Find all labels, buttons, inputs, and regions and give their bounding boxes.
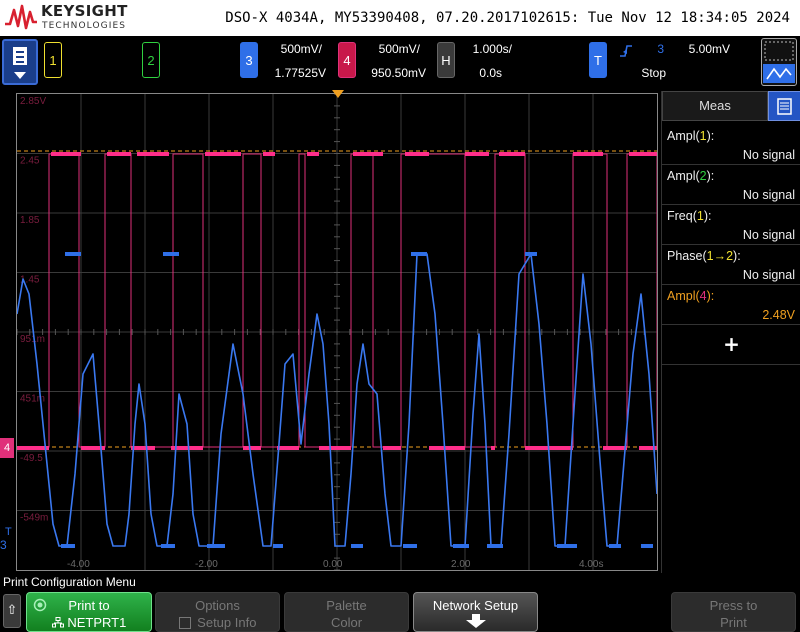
ch3-ground-marker[interactable]: 3 — [0, 538, 14, 554]
meas-name: Phase — [667, 249, 703, 263]
trigger-level: 5.00mV — [688, 42, 730, 56]
y-axis-label: 1.85 — [20, 215, 40, 226]
channel-1-button[interactable]: 1 — [44, 42, 62, 78]
brand-sub: TECHNOLOGIES — [42, 21, 127, 31]
meas-value: No signal — [742, 148, 795, 162]
meas-source: 2 — [699, 169, 707, 183]
meas-value: No signal — [742, 228, 795, 242]
x-axis-label: -2.00 — [195, 559, 218, 570]
ch4-ground-marker[interactable]: 4 — [0, 438, 14, 458]
print-to-value: NETPRT1 — [67, 615, 127, 630]
palette-label: Palette — [326, 598, 367, 613]
press-to-value: Print — [720, 615, 747, 630]
options-value: Setup Info — [197, 615, 257, 630]
meas-name: Ampl — [667, 129, 696, 143]
meas-label: Ampl(2): — [667, 169, 715, 183]
trigger-level-marker[interactable]: T — [5, 526, 12, 538]
x-axis-label: 2.00 — [451, 559, 471, 570]
channel-3-button[interactable]: 3 — [240, 42, 258, 78]
checkbox-icon — [178, 617, 191, 629]
meas-row[interactable]: Phase(1→2): No signal — [662, 245, 800, 285]
measurement-panel: Meas Ampl(1): No signal Ampl(2): No signal F… — [661, 91, 800, 573]
main-menu-button[interactable] — [2, 39, 38, 85]
keysight-wave-icon — [5, 4, 37, 30]
y-axis-label: -549m — [20, 513, 48, 524]
brand-bar: KEYSIGHT TECHNOLOGIES DSO-X 4034A, MY533… — [0, 0, 800, 36]
trigger-button[interactable]: T — [589, 42, 607, 78]
meas-source: 1 — [699, 129, 707, 143]
scope-id-text: DSO-X 4034A, MY53390408, 07.20.201710261… — [225, 10, 790, 26]
delay-value: 0.0s — [479, 66, 502, 80]
softkey-bar: ⇧ Print to NETPRT1 Options Setup Info Pa… — [0, 590, 800, 632]
menu-title: Print Configuration Menu — [3, 575, 136, 589]
options-softkey[interactable]: Options Setup Info — [155, 592, 280, 632]
meas-label: Phase(1→2): — [667, 249, 741, 263]
meas-tab[interactable]: Meas — [662, 91, 768, 121]
autoscale-button[interactable] — [761, 38, 797, 86]
meas-row[interactable]: Freq(1): No signal — [662, 205, 800, 245]
trigger-source: 3 — [657, 42, 664, 56]
horizontal-button[interactable]: H — [437, 42, 455, 78]
options-label: Options — [195, 598, 240, 613]
channel-2-button[interactable]: 2 — [142, 42, 160, 78]
meas-name: Ampl — [667, 169, 696, 183]
meas-name: Freq — [667, 209, 693, 223]
meas-label: Freq(1): — [667, 209, 712, 223]
meas-source: 4 — [699, 289, 707, 303]
meas-row[interactable]: Ampl(4): 2.48V — [662, 285, 800, 325]
autoscale-icon — [763, 41, 795, 83]
y-axis-label: 2.85V — [20, 96, 46, 107]
palette-softkey[interactable]: Palette Color — [284, 592, 409, 632]
press-to-label: Press to — [709, 598, 758, 613]
run-state: Stop — [641, 66, 666, 80]
x-axis-label: 4.00s — [579, 559, 603, 570]
back-button[interactable]: ⇧ — [3, 594, 21, 628]
waveform-canvas[interactable]: 2.85V2.451.851.45951m451m-49.5-549m-4.00… — [17, 94, 657, 570]
meas-row[interactable]: Ampl(1): No signal — [662, 125, 800, 165]
meas-source: 1 — [696, 209, 704, 223]
arrow-down-icon — [465, 614, 486, 628]
meas-value: 2.48V — [762, 308, 795, 322]
x-axis-label: 0.00 — [323, 559, 343, 570]
keysight-logo: KEYSIGHT TECHNOLOGIES — [4, 2, 144, 32]
x-axis-label: -4.00 — [67, 559, 90, 570]
ch3-offset: 1.77525V — [274, 66, 326, 80]
channel-bar: 1 2 3 500mV/ 1.77525V 4 500mV/ 950.50mV … — [0, 36, 800, 88]
meas-label: Ampl(1): — [667, 129, 715, 143]
meas-name: Ampl — [667, 289, 696, 303]
list-icon — [777, 98, 792, 115]
y-axis-label: 951m — [20, 334, 45, 345]
add-measurement-button[interactable]: + — [662, 325, 800, 365]
meas-source: 1→2 — [706, 249, 734, 263]
trigger-edge-icon — [620, 45, 632, 57]
meas-list-button[interactable] — [768, 91, 800, 121]
palette-value: Color — [330, 615, 363, 630]
ch4-scale: 500mV/ — [378, 42, 420, 56]
network-printer-icon — [51, 617, 64, 628]
meas-row[interactable]: Ampl(2): No signal — [662, 165, 800, 205]
print-to-value-row: NETPRT1 — [27, 614, 151, 631]
waveform-display[interactable]: 2.85V 2.45 1.85 1.45 951m 451m -49.5 -549m -4.00… — [16, 93, 658, 571]
network-setup-softkey[interactable]: Network Setup — [413, 592, 538, 632]
network-setup-label: Network Setup — [432, 598, 519, 613]
y-axis-label: -49.5 — [20, 453, 43, 464]
meas-value: No signal — [742, 188, 795, 202]
y-axis-label: 2.45 — [20, 156, 40, 167]
radio-checked-icon — [33, 598, 47, 612]
channel-4-button[interactable]: 4 — [338, 42, 356, 78]
print-to-softkey[interactable]: Print to NETPRT1 — [26, 592, 152, 632]
trigger-position-marker[interactable] — [332, 90, 344, 98]
meas-value: No signal — [742, 268, 795, 282]
ch4-offset: 950.50mV — [371, 66, 426, 80]
meas-label: Ampl(4): — [667, 289, 715, 303]
press-to-print-softkey[interactable]: Press to Print — [671, 592, 796, 632]
options-value-row: Setup Info — [156, 614, 279, 631]
menu-list-icon — [13, 47, 27, 65]
ch3-scale: 500mV/ — [280, 42, 322, 56]
timebase-value: 1.000s/ — [472, 42, 512, 56]
brand-name: KEYSIGHT — [41, 2, 128, 20]
chevron-down-icon — [14, 72, 26, 79]
